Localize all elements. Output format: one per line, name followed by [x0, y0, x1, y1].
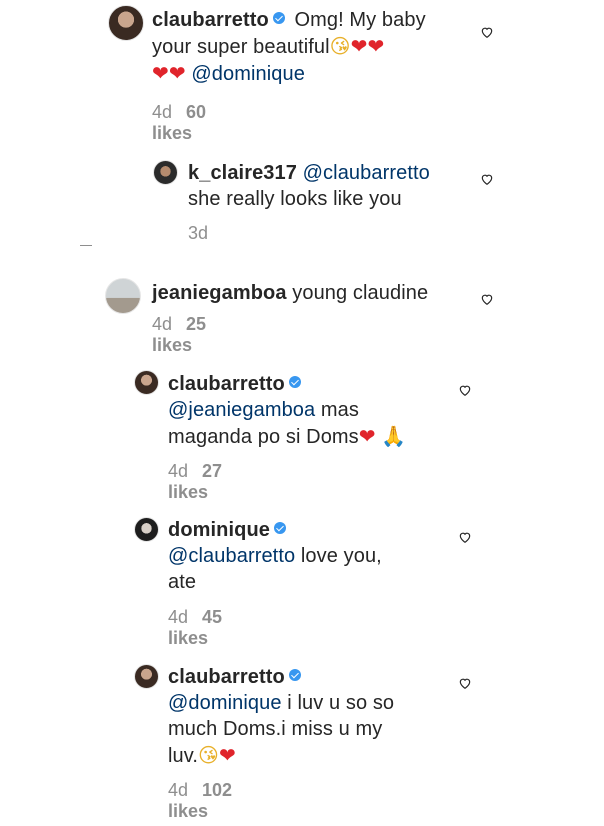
comment-meta: 3d	[188, 223, 208, 244]
heart-outline-icon[interactable]	[480, 25, 494, 39]
verified-badge-icon	[274, 522, 287, 534]
avatar[interactable]	[105, 278, 141, 314]
comment-text: claubarretto Omg! My baby your super bea…	[152, 7, 472, 87]
mention-link[interactable]: @dominique	[191, 63, 305, 85]
comment-meta: 4d 27 likes	[168, 461, 222, 503]
verified-badge-icon	[288, 669, 301, 681]
verified-badge-icon	[288, 376, 301, 388]
comment-text: dominique @claubarretto love you, ate	[168, 517, 468, 595]
heart-outline-icon[interactable]	[458, 530, 472, 544]
heart-outline-icon[interactable]	[480, 292, 494, 306]
mention-link[interactable]: @dominique	[168, 692, 282, 714]
face-blowing-kiss-emoji: 😘	[198, 743, 219, 767]
comment-body: much Doms.i miss u my	[168, 718, 383, 740]
comment-body: maganda po si Doms	[168, 426, 359, 448]
comment-meta: 4d 45 likes	[168, 607, 222, 649]
comment-body: your super beautiful	[152, 36, 330, 58]
comment-body: love you,	[295, 545, 382, 567]
mention-link[interactable]: @claubarretto	[303, 162, 430, 184]
mention-link[interactable]: @claubarretto	[168, 545, 295, 567]
heart-outline-icon[interactable]	[458, 383, 472, 397]
username[interactable]: dominique	[168, 519, 270, 541]
red-heart-emoji: ❤	[350, 34, 368, 58]
comment-time: 4d	[152, 314, 173, 334]
comment-body: i luv u so so	[281, 692, 395, 714]
comment-time: 4d	[152, 102, 173, 122]
red-heart-emoji: ❤	[168, 61, 186, 85]
comment-time: 3d	[188, 223, 209, 243]
username[interactable]: k_claire317	[188, 162, 297, 184]
folded-hands-emoji: 🙏	[381, 424, 407, 448]
comment-text: claubarretto @dominique i luv u so so mu…	[168, 664, 468, 769]
comment-meta: 4d 102 likes	[168, 780, 232, 822]
avatar[interactable]	[134, 370, 159, 395]
avatar[interactable]	[134, 517, 159, 542]
comment-text: claubarretto @jeaniegamboa mas maganda p…	[168, 371, 468, 450]
comment-time: 4d	[168, 780, 189, 800]
username[interactable]: jeaniegamboa	[152, 282, 287, 304]
username[interactable]: claubarretto	[152, 9, 269, 31]
comment-time: 4d	[168, 607, 189, 627]
comment-text: k_claire317 @claubarretto she really loo…	[188, 160, 488, 212]
avatar[interactable]	[108, 5, 144, 41]
comment-body: mas	[315, 399, 360, 421]
comment-meta: 4d 25 likes	[152, 314, 206, 356]
comment-body: ate	[168, 571, 197, 593]
comment-body: Omg! My baby	[288, 9, 426, 31]
verified-badge-icon	[272, 12, 285, 24]
username[interactable]: claubarretto	[168, 666, 285, 688]
username[interactable]: claubarretto	[168, 373, 285, 395]
comment-time: 4d	[168, 461, 189, 481]
divider	[80, 245, 92, 246]
comment-body: young claudine	[286, 282, 429, 304]
comment-body: she really looks like you	[188, 188, 402, 210]
avatar[interactable]	[134, 664, 159, 689]
comment-meta: 4d 60 likes	[152, 102, 206, 144]
mention-link[interactable]: @jeaniegamboa	[168, 399, 315, 421]
comment-body: luv.	[168, 745, 199, 767]
avatar[interactable]	[153, 160, 178, 185]
red-heart-emoji: ❤	[367, 34, 385, 58]
face-blowing-kiss-emoji: 😘	[329, 34, 351, 58]
red-heart-emoji: ❤	[152, 61, 169, 85]
red-heart-emoji: ❤	[219, 743, 236, 767]
heart-outline-icon[interactable]	[458, 676, 472, 690]
comment-text: jeaniegamboa young claudine	[152, 280, 472, 306]
red-heart-emoji: ❤	[358, 424, 376, 448]
heart-outline-icon[interactable]	[480, 172, 494, 186]
